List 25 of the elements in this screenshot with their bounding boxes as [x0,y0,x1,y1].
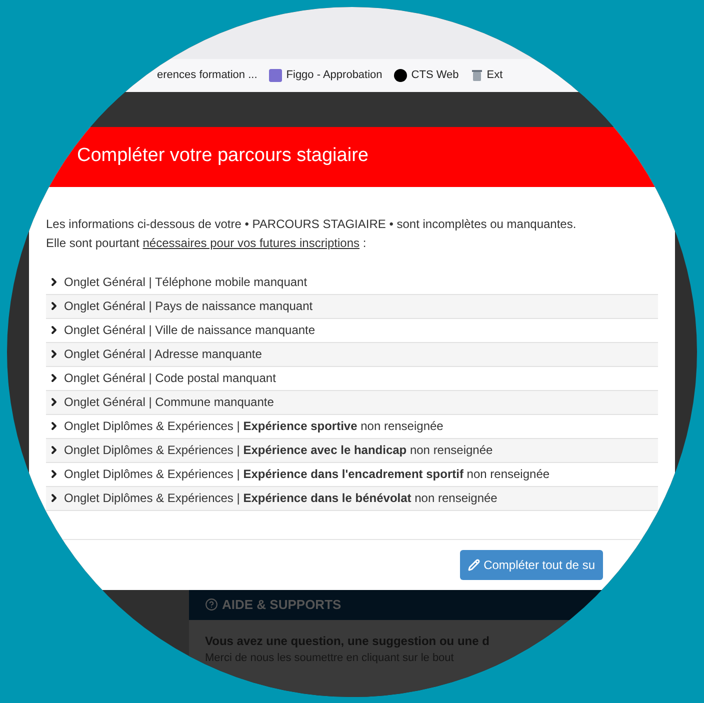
panel-title: AIDE & SUPPORTS [222,596,342,614]
bookmark-link[interactable]: erences formation ... [157,66,258,84]
help-icon [205,598,218,611]
pencil-icon [468,558,480,570]
row-text: Onglet Diplômes & Expériences | Expérience sportive non renseignée [64,418,444,435]
round-logo-icon [394,68,408,82]
underlined-text: nécessaires pour vos futures inscriptions [142,236,360,250]
complete-all-button[interactable]: Compléter tout de su [460,550,603,580]
bookmark-link[interactable]: Figgo - Approbation [269,66,382,84]
row-text: Onglet Général | Ville de naissance manquante [64,322,316,339]
bookmark-link[interactable]: CTS Web [394,66,459,84]
intro-text: Les informations ci-dessous de votre • PARCOURS STAGIAIRE • sont incomplètes ou manquantes. [46,216,578,232]
row-text: Onglet Diplômes & Expériences | Expérience dans l'encadrement sportif non renseignée [64,466,550,483]
row-text: Onglet Général | Commune manquante [64,394,274,411]
row-text: Onglet Général | Code postal manquant [64,370,276,387]
row-text: Onglet Général | Pays de naissance manquant [64,298,313,315]
modal-title: Compléter votre parcours stagiaire [77,144,368,168]
bin-icon [470,68,483,82]
row-text: Onglet Général | Téléphone mobile manquant [64,274,308,291]
badge-icon [269,68,282,82]
intro-text: Elle sont pourtant nécessaires pour vos futures inscriptions : [46,234,368,252]
bookmark-link[interactable]: Ext [470,66,503,84]
row-text: Onglet Général | Adresse manquante [64,346,262,363]
row-text: Onglet Diplômes & Expériences | Expérience avec le handicap non renseignée [64,442,493,459]
row-text: Onglet Diplômes & Expériences | Expérience dans le bénévolat non renseignée [64,490,498,507]
